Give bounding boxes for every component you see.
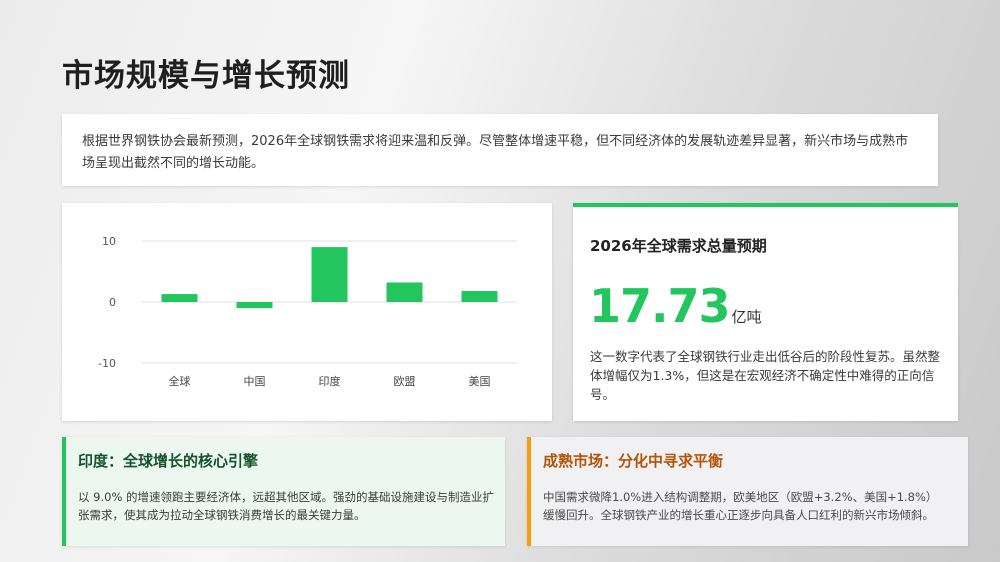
stat-description: 这一数字代表了全球钢铁行业走出低谷后的阶段性复苏。虽然整体增幅仅为1.3%，但这… bbox=[590, 349, 941, 402]
category-label: 中国 bbox=[244, 375, 266, 388]
category-label: 全球 bbox=[169, 374, 191, 388]
page-title: 市场规模与增长预测 bbox=[62, 58, 350, 94]
india-card-title: 印度：全球增长的核心引擎 bbox=[78, 452, 259, 470]
y-tick-label: -10 bbox=[98, 357, 116, 370]
bar-3 bbox=[386, 282, 423, 302]
y-tick-label: 10 bbox=[102, 235, 116, 248]
bar-0 bbox=[161, 294, 198, 302]
mature-market-card: 成熟市场：分化中寻求平衡 中国需求微降1.0%进入结构调整期，欧美地区（欧盟+3… bbox=[527, 437, 968, 546]
bar-4 bbox=[461, 291, 498, 302]
stat-title: 2026年全球需求总量预期 bbox=[590, 237, 767, 255]
stat-card: 2026年全球需求总量预期 17.73 亿吨 这一数字代表了全球钢铁行业走出低谷后… bbox=[573, 203, 958, 421]
growth-bar-chart: 10 0 -10 全球 中国 印度 欧盟 美国 bbox=[98, 235, 517, 388]
stat-value: 17.73 bbox=[589, 279, 731, 333]
intro-text: 根据世界钢铁协会最新预测，2026年全球钢铁需求将迎来温和反弹。尽管整体增速平稳… bbox=[62, 114, 938, 186]
bar-2 bbox=[311, 247, 348, 302]
stat-unit: 亿吨 bbox=[731, 308, 762, 326]
chart-card: 10 0 -10 全球 中国 印度 欧盟 美国 bbox=[62, 203, 552, 421]
mature-market-card-title: 成熟市场：分化中寻求平衡 bbox=[543, 452, 724, 470]
y-tick-label: 0 bbox=[109, 296, 116, 309]
bar-1 bbox=[236, 302, 273, 309]
category-label: 印度 bbox=[319, 374, 341, 388]
category-label: 美国 bbox=[469, 375, 491, 388]
category-label: 欧盟 bbox=[394, 375, 416, 388]
mature-market-card-text: 中国需求微降1.0%进入结构调整期，欧美地区（欧盟+3.2%、美国+1.8%）缓… bbox=[543, 490, 938, 522]
stat-value-group: 17.73 亿吨 bbox=[589, 279, 762, 333]
india-card: 印度：全球增长的核心引擎 以 9.0% 的增速领跑主要经济体，远超其他区域。强劲… bbox=[62, 437, 505, 546]
india-card-text: 以 9.0% 的增速领跑主要经济体，远超其他区域。强劲的基础设施建设与制造业扩张… bbox=[78, 490, 495, 522]
